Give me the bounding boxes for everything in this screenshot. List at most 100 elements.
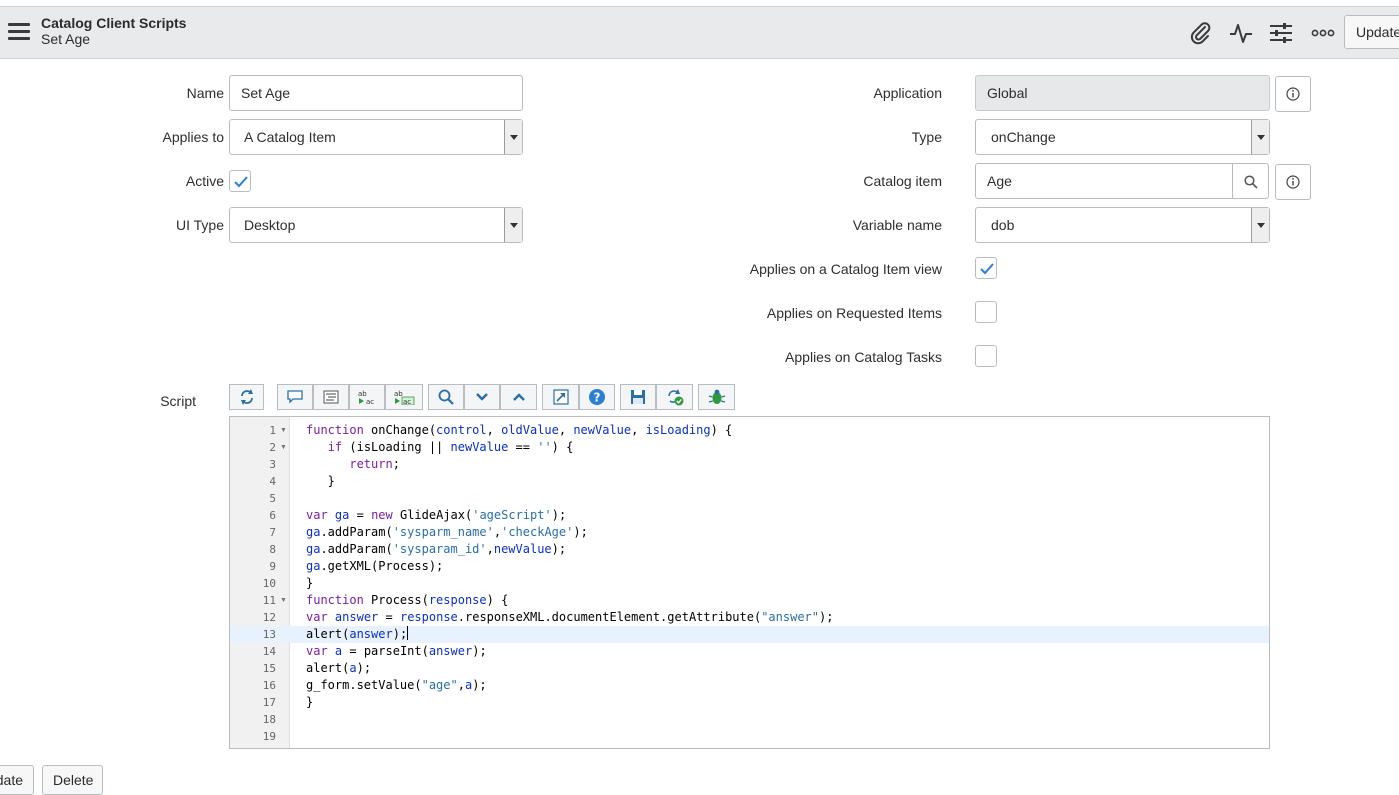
svg-text:ac: ac (366, 398, 374, 405)
info-icon[interactable] (1275, 76, 1311, 112)
ui-type-label: UI Type (176, 217, 224, 233)
variable-name-value: dob (991, 217, 1015, 233)
variable-name-select[interactable]: dob (975, 207, 1270, 243)
chevron-up-icon[interactable] (500, 384, 537, 410)
code-text: ga.addParam('sysparm_name','checkAge'); (306, 525, 588, 539)
catalog-tasks-label: Applies on Catalog Tasks (785, 349, 942, 365)
paperclip-icon[interactable] (1187, 20, 1213, 46)
menu-icon[interactable] (8, 23, 30, 41)
fold-arrow-icon[interactable]: ▼ (280, 422, 287, 439)
code-text: } (306, 695, 314, 709)
code-text: } (306, 474, 335, 488)
catalog-item-input[interactable]: Age (975, 163, 1233, 199)
code-text: alert(a); (306, 661, 372, 675)
requested-items-label: Applies on Requested Items (766, 305, 942, 321)
fold-arrow-icon[interactable]: ▼ (280, 592, 287, 609)
code-line: 7 ga.addParam('sysparm_name','checkAge')… (269, 525, 588, 539)
type-select[interactable]: onChange (975, 119, 1270, 155)
script-editor[interactable]: 1 ▼ function onChange(control, oldValue, … (229, 416, 1270, 749)
code-line: 12 var answer = response.responseXML.doc… (262, 610, 834, 624)
type-label: Type (911, 129, 942, 145)
update-button[interactable]: Update (1344, 15, 1399, 49)
code-line: 3 return; (269, 457, 400, 471)
code-text: ga.getXML(Process); (306, 559, 444, 573)
code-line: 2 ▼ if (isLoading || newValue == '') { (269, 439, 574, 456)
code-line: 14 var a = parseInt(answer); (262, 644, 487, 658)
code-text: alert(answer); (306, 626, 409, 641)
code-text: g_form.setValue("age",a); (306, 678, 487, 692)
catalog-item-label: Catalog item (863, 173, 942, 189)
pulse-icon[interactable] (1228, 20, 1254, 46)
replace-icon[interactable]: ab ac (349, 384, 385, 410)
chevron-down-icon[interactable] (1251, 120, 1269, 154)
checkmark-icon (234, 176, 248, 188)
code-line: 15 alert(a); (262, 661, 372, 675)
name-input[interactable]: Set Age (229, 75, 523, 111)
application-field: Global (975, 75, 1270, 111)
code-text: function onChange(control, oldValue, new… (306, 423, 733, 437)
chevron-down-icon[interactable] (464, 384, 500, 410)
chevron-down-icon[interactable] (504, 208, 522, 242)
name-label: Name (186, 85, 224, 101)
debug-icon[interactable] (698, 384, 735, 410)
lookup-button[interactable] (1233, 163, 1269, 199)
info-icon[interactable] (1275, 164, 1311, 200)
code-line: 8 ga.addParam('sysparam_id',newValue); (269, 542, 567, 556)
requested-items-checkbox[interactable] (975, 301, 997, 323)
chevron-down-icon[interactable] (504, 120, 522, 154)
code-text: var answer = response.responseXML.docume… (306, 610, 834, 624)
active-checkbox[interactable] (229, 170, 251, 192)
code-text: var ga = new GlideAjax('ageScript'); (306, 508, 567, 522)
variable-name-label: Variable name (852, 217, 942, 233)
more-icon[interactable] (1310, 20, 1336, 46)
catalog-item-view-checkbox[interactable] (975, 257, 997, 279)
code-line: 18 (262, 713, 276, 726)
update-bottom-button[interactable]: Update (0, 765, 34, 795)
delete-button[interactable]: Delete (42, 765, 103, 795)
applies-to-label: Applies to (162, 129, 224, 145)
code-text: return; (349, 457, 400, 471)
application-label: Application (873, 85, 943, 101)
code-text: } (306, 576, 314, 590)
code-line: 11 ▼ function Process(response) { (262, 592, 509, 609)
chevron-down-icon[interactable] (1251, 208, 1269, 242)
applies-to-select[interactable]: A Catalog Item (229, 119, 523, 155)
text-cursor (407, 626, 409, 640)
checkmark-icon (980, 263, 994, 275)
sync-check-icon[interactable] (656, 384, 693, 410)
code-line: 9 ga.getXML(Process); (269, 559, 444, 573)
search-icon[interactable] (428, 384, 464, 410)
code-line: 10 } (262, 576, 314, 590)
ui-type-select[interactable]: Desktop (229, 207, 523, 243)
code-line: 16 g_form.setValue("age",a); (262, 678, 487, 692)
active-label: Active (185, 173, 224, 189)
fullscreen-icon[interactable] (542, 384, 579, 410)
svg-text:?: ? (594, 391, 601, 405)
code-line: 6 var ga = new GlideAjax('ageScript'); (269, 508, 567, 522)
code-text: function Process(response) { (306, 593, 509, 607)
applies-to-value: A Catalog Item (244, 129, 336, 145)
svg-text:ac: ac (403, 398, 411, 405)
code-text: var a = parseInt(answer); (306, 644, 487, 658)
type-value: onChange (991, 129, 1056, 145)
format-code-icon[interactable] (313, 384, 349, 410)
replace-all-icon[interactable]: ab ac (385, 384, 423, 410)
record-header: Catalog Client Scripts Set Age Update (0, 6, 1399, 59)
code-text: if (isLoading || newValue == '') { (327, 440, 574, 454)
save-icon[interactable] (620, 384, 656, 410)
code-line: 1 ▼ function onChange(control, oldValue, … (269, 422, 733, 439)
fold-arrow-icon[interactable]: ▼ (280, 439, 287, 456)
active-code-line: 13 alert(answer); (230, 626, 1269, 643)
sync-icon[interactable] (229, 384, 264, 410)
sliders-icon[interactable] (1268, 20, 1294, 46)
page-title: Catalog Client Scripts (41, 15, 187, 31)
code-line: 4 } (269, 474, 335, 488)
code-line: 17 } (262, 695, 314, 709)
code-text: ga.addParam('sysparam_id',newValue); (306, 542, 567, 556)
code-line: 19 (262, 730, 276, 743)
script-label: Script (160, 393, 196, 409)
comment-icon[interactable] (277, 384, 313, 410)
help-icon[interactable]: ? (579, 384, 615, 410)
code-line: 5 (269, 492, 276, 505)
catalog-tasks-checkbox[interactable] (975, 345, 997, 367)
